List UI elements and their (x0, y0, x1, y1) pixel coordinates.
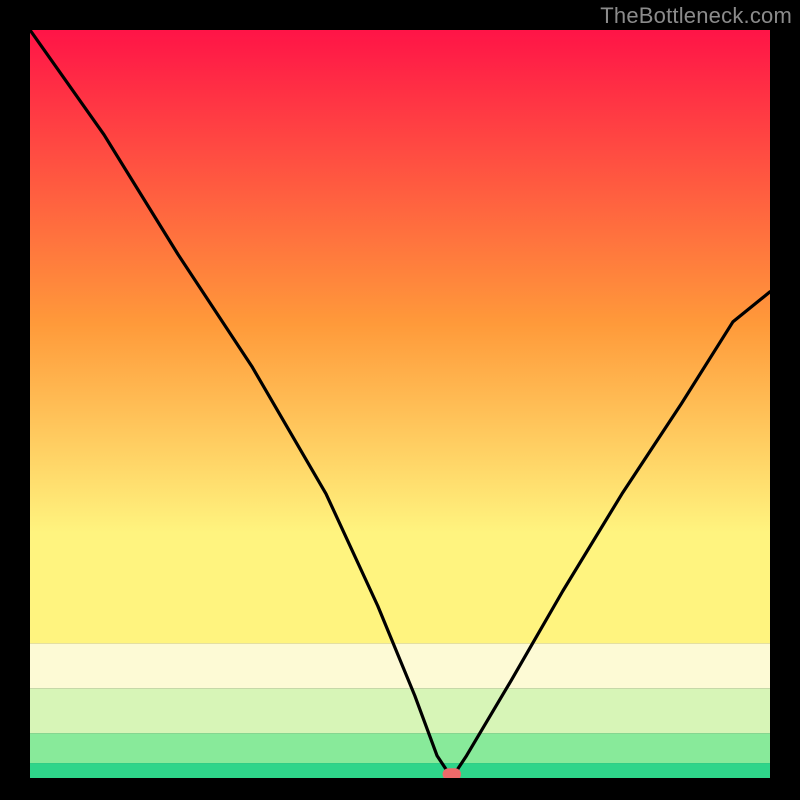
attribution-text: TheBottleneck.com (600, 3, 792, 29)
background-bands (30, 30, 770, 778)
bottleneck-chart (30, 30, 770, 778)
optimal-marker (443, 768, 462, 778)
chart-container: TheBottleneck.com (0, 0, 800, 800)
